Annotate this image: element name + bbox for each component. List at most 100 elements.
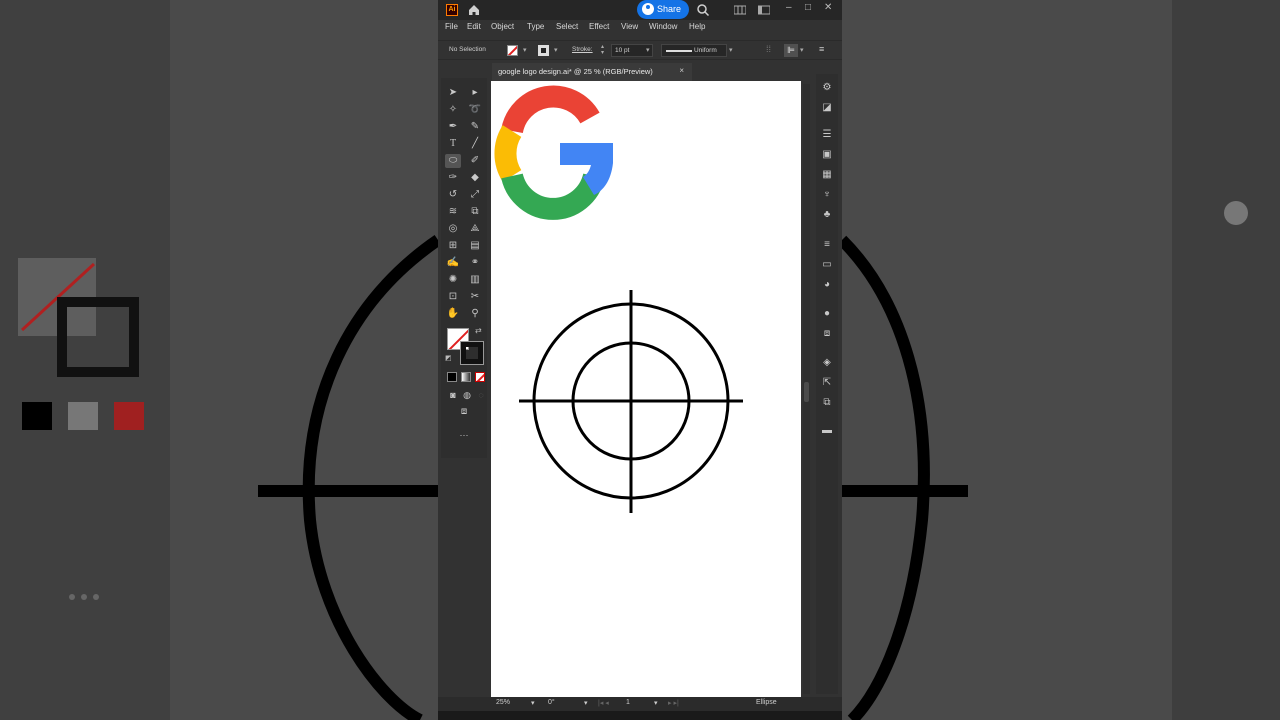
slice-tool-icon[interactable]: ✂ <box>467 290 483 304</box>
gradient-panel-icon[interactable]: ▭ <box>821 259 833 270</box>
stroke-dropdown-icon[interactable]: ▾ <box>554 46 558 54</box>
distribute-icon[interactable]: ⊫ <box>784 44 798 57</box>
artboard[interactable] <box>491 81 801 697</box>
symbol-sprayer-tool-icon[interactable]: ✺ <box>445 273 461 287</box>
eraser-tool-icon[interactable]: ◆ <box>467 171 483 185</box>
menu-view[interactable]: View <box>621 22 638 31</box>
perspective-grid-tool-icon[interactable]: ⟁ <box>467 222 483 236</box>
menu-type[interactable]: Type <box>527 22 544 31</box>
comments-panel-icon[interactable]: ▬ <box>821 425 833 436</box>
stroke-color-box[interactable] <box>460 341 484 365</box>
brushes-panel-icon[interactable]: ♆ <box>821 189 833 200</box>
hand-tool-icon[interactable]: ✋ <box>445 307 461 321</box>
curvature-tool-icon[interactable]: ✎ <box>467 120 483 134</box>
ellipse-tool-icon[interactable]: ⬭ <box>445 154 461 168</box>
gradient-mode-icon[interactable] <box>461 372 471 382</box>
eyedropper-tool-icon[interactable]: ✍ <box>445 256 461 270</box>
close-window-icon[interactable]: ✕ <box>824 2 832 13</box>
swatches-panel-icon[interactable]: ▦ <box>821 169 833 180</box>
libraries-panel-icon[interactable]: ◪ <box>821 102 833 113</box>
workspace-icon[interactable] <box>734 5 746 15</box>
shaper-tool-icon[interactable]: ✑ <box>445 171 461 185</box>
default-fill-stroke-icon[interactable]: ◩ <box>445 354 452 362</box>
crosshair-artwork[interactable] <box>519 290 743 513</box>
lasso-tool-icon[interactable]: ➰ <box>467 103 483 117</box>
scale-tool-icon[interactable]: ⤢ <box>467 188 483 202</box>
zoom-tool-icon[interactable]: ⚲ <box>467 307 483 321</box>
layers-panel-icon[interactable]: ◈ <box>821 357 833 368</box>
menu-edit[interactable]: Edit <box>467 22 481 31</box>
warp-tool-icon[interactable]: ≋ <box>445 205 461 219</box>
gradient-tool-icon[interactable]: ▤ <box>467 239 483 253</box>
align-icon[interactable]: ⁞⁞ <box>766 44 771 54</box>
screen-mode-icon[interactable]: ⧈ <box>456 405 472 419</box>
rotation-dropdown-icon[interactable]: ▾ <box>584 699 588 707</box>
next-artboard-icon[interactable]: ▸ ▸| <box>668 699 679 707</box>
free-transform-tool-icon[interactable]: ⧉ <box>467 205 483 219</box>
export-panel-icon[interactable]: ⇱ <box>821 377 833 388</box>
none-mode-icon[interactable] <box>475 372 485 382</box>
symbols-panel-icon[interactable]: ♣ <box>821 209 833 220</box>
panel-menu-icon[interactable]: ≡ <box>819 44 824 54</box>
artboard-dropdown-icon[interactable]: ▾ <box>654 699 658 707</box>
vertical-scrollbar[interactable] <box>803 84 810 694</box>
mesh-tool-icon[interactable]: ⊞ <box>445 239 461 253</box>
maximize-icon[interactable]: □ <box>805 2 811 13</box>
arrange-documents-icon[interactable] <box>758 5 770 15</box>
minimize-icon[interactable]: – <box>786 2 792 13</box>
draw-inside-icon[interactable]: ◌ <box>473 388 489 402</box>
artboards-panel-icon[interactable]: ⧉ <box>821 397 833 408</box>
graphic-styles-panel-icon[interactable]: ⧈ <box>821 328 833 339</box>
menu-file[interactable]: File <box>445 22 458 31</box>
google-g-logo[interactable] <box>494 85 613 220</box>
magic-wand-tool-icon[interactable]: ✧ <box>445 103 461 117</box>
edit-toolbar-icon[interactable]: ··· <box>456 428 472 442</box>
menu-effect[interactable]: Effect <box>589 22 609 31</box>
menu-help[interactable]: Help <box>689 22 705 31</box>
menu-object[interactable]: Object <box>491 22 514 31</box>
appearance-panel-icon[interactable]: ● <box>821 308 833 319</box>
shape-builder-tool-icon[interactable]: ◎ <box>445 222 461 236</box>
share-button[interactable]: Share <box>637 0 689 19</box>
profile-dropdown-icon[interactable]: ▾ <box>729 46 733 54</box>
stroke-panel-icon[interactable]: ≡ <box>821 239 833 250</box>
stroke-stepper-icon[interactable]: ▴ ▾ <box>601 44 604 56</box>
distribute-dropdown-icon[interactable]: ▾ <box>800 46 804 54</box>
pen-tool-icon[interactable]: ✒ <box>445 120 461 134</box>
stroke-weight-dropdown-icon[interactable]: ▾ <box>646 46 650 54</box>
menu-select[interactable]: Select <box>556 22 578 31</box>
graph-tool-icon[interactable]: ▥ <box>467 273 483 287</box>
selection-tool-icon[interactable]: ➤ <box>445 86 461 100</box>
menu-window[interactable]: Window <box>649 22 677 31</box>
stroke-label[interactable]: Stroke: <box>572 46 593 53</box>
swap-fill-stroke-icon[interactable]: ⇄ <box>475 326 482 335</box>
direct-selection-tool-icon[interactable]: ▸ <box>467 86 483 100</box>
image-panel-icon[interactable]: ▣ <box>821 149 833 160</box>
stroke-swatch[interactable] <box>538 45 549 56</box>
logo-yellow-arc <box>494 125 522 182</box>
first-artboard-icon[interactable]: |◂ ◂ <box>598 699 609 707</box>
zoom-level-field[interactable]: 25% <box>496 699 510 706</box>
artboard-tool-icon[interactable]: ⊡ <box>445 290 461 304</box>
rotation-field[interactable]: 0° <box>548 699 555 706</box>
color-mode-icon[interactable] <box>447 372 457 382</box>
paintbrush-tool-icon[interactable]: ✐ <box>467 154 483 168</box>
fill-stroke-widget[interactable]: ⇄ ◩ <box>445 326 485 365</box>
fill-swatch[interactable] <box>507 45 518 56</box>
rotate-tool-icon[interactable]: ↺ <box>445 188 461 202</box>
zoom-dropdown-icon[interactable]: ▾ <box>531 699 535 707</box>
scrollbar-thumb[interactable] <box>804 382 809 402</box>
search-icon[interactable] <box>696 3 710 17</box>
artboard-number-field[interactable]: 1 <box>626 699 630 706</box>
fill-dropdown-icon[interactable]: ▾ <box>523 46 527 54</box>
line-tool-icon[interactable]: ╱ <box>467 137 483 151</box>
close-tab-icon[interactable]: × <box>679 66 684 75</box>
blend-tool-icon[interactable]: ⚭ <box>467 256 483 270</box>
type-tool-icon[interactable]: T <box>445 137 461 151</box>
properties-panel-icon[interactable]: ⚙ <box>821 82 833 93</box>
document-tab[interactable]: google logo design.ai* @ 25 % (RGB/Previ… <box>492 63 692 81</box>
transparency-panel-icon[interactable]: ◕ <box>821 279 833 290</box>
stroke-profile-select[interactable]: Uniform <box>661 44 727 57</box>
adjust-panel-icon[interactable]: ☰ <box>821 129 833 140</box>
home-icon[interactable] <box>467 3 481 17</box>
